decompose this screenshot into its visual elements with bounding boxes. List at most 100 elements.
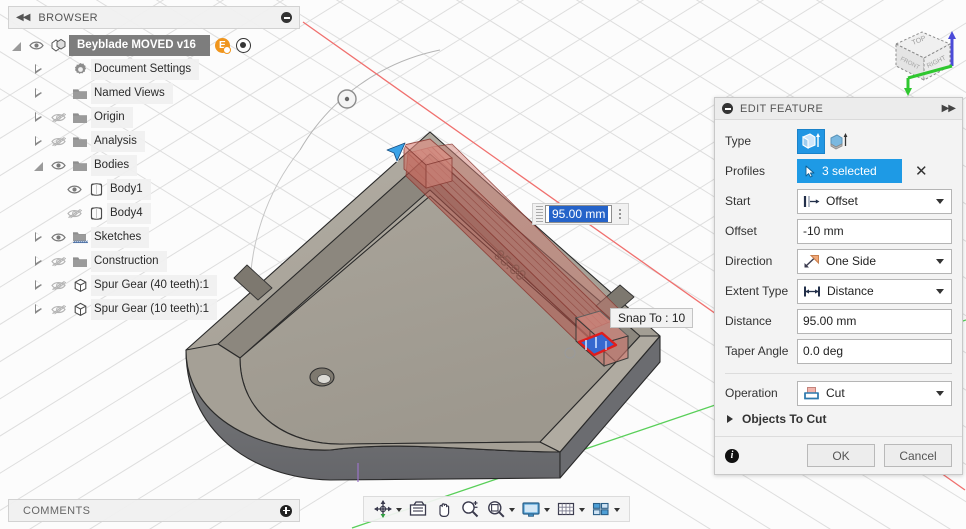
eye-hidden-icon[interactable] <box>47 129 69 153</box>
chevron-down-icon[interactable] <box>544 508 550 512</box>
dimension-drag-grip[interactable] <box>536 206 543 222</box>
tree-row-document-settings[interactable]: Document Settings <box>8 57 300 81</box>
cancel-button[interactable]: Cancel <box>884 444 952 467</box>
orbit-button[interactable] <box>370 497 405 521</box>
chevron-down-icon[interactable] <box>509 508 515 512</box>
tree-row-origin[interactable]: Origin <box>8 105 300 129</box>
look-at-button[interactable] <box>405 497 431 521</box>
ok-button[interactable]: OK <box>807 444 875 467</box>
eye-visible-icon[interactable] <box>47 225 69 249</box>
dimension-value[interactable]: 95.00 mm <box>549 206 609 222</box>
tree-item-label[interactable]: Document Settings <box>91 58 200 80</box>
expander-closed-icon[interactable] <box>30 105 47 129</box>
browser-minimize-icon[interactable] <box>281 12 292 23</box>
tree-item-label[interactable]: Spur Gear (10 teeth):1 <box>91 298 218 320</box>
zoom-button[interactable] <box>457 497 483 521</box>
vertical-dots-icon[interactable] <box>612 204 628 224</box>
edit-feature-dialog[interactable]: EDIT FEATURE ▶▶ Type Profiles 3 selected… <box>714 97 963 475</box>
grid-snaps-button[interactable] <box>553 497 588 521</box>
tree-row-spur-gear-40-teeth-1[interactable]: Spur Gear (40 teeth):1 <box>8 273 300 297</box>
eye-hidden-icon[interactable] <box>47 297 69 321</box>
expander-closed-icon[interactable] <box>30 249 47 273</box>
direction-dropdown[interactable]: One Side <box>797 248 952 274</box>
chevron-down-icon[interactable] <box>936 288 944 294</box>
tree-row-spur-gear-10-teeth-1[interactable]: Spur Gear (10 teeth):1 <box>8 297 300 321</box>
plus-circle-icon[interactable] <box>280 504 292 517</box>
info-icon[interactable]: i <box>725 448 739 463</box>
distance-icon <box>803 285 821 298</box>
tree-row-body1[interactable]: Body1 <box>8 177 300 201</box>
tree-row-sketches[interactable]: Sketches <box>8 225 300 249</box>
view-cube[interactable]: TOP FRONT RIGHT <box>886 18 962 98</box>
expander-open-icon[interactable] <box>30 153 47 177</box>
eye-visible-icon[interactable] <box>63 177 85 201</box>
folder-icon <box>69 249 91 273</box>
tree-item-label[interactable]: Named Views <box>91 82 173 104</box>
expander-closed-icon[interactable] <box>30 225 47 249</box>
chevron-down-icon[interactable] <box>396 508 402 512</box>
display-settings-button[interactable] <box>518 497 553 521</box>
double-chevron-left-icon[interactable]: ◀◀ <box>16 12 30 23</box>
clear-selection-icon[interactable]: ✕ <box>915 164 928 179</box>
double-chevron-right-icon[interactable]: ▶▶ <box>942 103 956 114</box>
tree-row-body4[interactable]: Body4 <box>8 201 300 225</box>
expander-closed-icon[interactable] <box>30 129 47 153</box>
profile-extrude-icon[interactable] <box>797 128 825 154</box>
tree-item-label[interactable]: Origin <box>91 106 133 128</box>
eye-hidden-icon[interactable] <box>63 201 85 225</box>
offset-input[interactable]: -10 mm <box>797 218 952 244</box>
row-direction: Direction One Side <box>715 246 962 276</box>
eye-hidden-icon[interactable] <box>47 249 69 273</box>
expander-closed-icon[interactable] <box>30 273 47 297</box>
tree-row-named-views[interactable]: Named Views <box>8 81 300 105</box>
sketch-folder-icon <box>69 225 91 249</box>
objects-to-cut-section[interactable]: Objects To Cut <box>715 408 962 434</box>
comments-panel[interactable]: COMMENTS <box>8 499 300 522</box>
inline-dimension-input[interactable]: 95.00 mm <box>532 203 630 225</box>
tree-row-root[interactable]: Beyblade MOVED v16 E <box>8 33 300 57</box>
tree-item-label[interactable]: Body1 <box>107 178 151 200</box>
browser-panel[interactable]: ◀◀ BROWSER Beyblade MOVED v16 E Document… <box>8 6 300 321</box>
chevron-down-icon[interactable] <box>936 198 944 204</box>
taper-angle-input[interactable]: 0.0 deg <box>797 338 952 364</box>
tree-item-label[interactable]: Body4 <box>107 202 151 224</box>
expander-closed-icon[interactable] <box>30 81 47 105</box>
body-icon <box>85 177 107 201</box>
expander-closed-icon[interactable] <box>30 57 47 81</box>
chevron-right-icon[interactable] <box>727 415 733 423</box>
tree-item-label[interactable]: Bodies <box>91 154 138 176</box>
operation-dropdown[interactable]: Cut <box>797 380 952 406</box>
eye-hidden-icon[interactable] <box>47 273 69 297</box>
tree-item-label[interactable]: Spur Gear (40 teeth):1 <box>91 274 218 296</box>
tree-item-label[interactable]: Sketches <box>91 226 150 248</box>
tree-item-label[interactable]: Construction <box>91 250 167 272</box>
extent-type-dropdown[interactable]: Distance <box>797 278 952 304</box>
start-dropdown[interactable]: Offset <box>797 188 952 214</box>
navigation-toolbar[interactable] <box>363 496 630 522</box>
eye-visible-icon[interactable] <box>25 33 47 57</box>
minimize-icon[interactable] <box>722 103 733 114</box>
chevron-down-icon[interactable] <box>579 508 585 512</box>
chevron-down-icon[interactable] <box>936 258 944 264</box>
profiles-select-button[interactable]: 3 selected <box>797 159 902 183</box>
tree-row-analysis[interactable]: Analysis <box>8 129 300 153</box>
expander-open-icon[interactable] <box>8 33 25 57</box>
activate-component-icon[interactable] <box>235 37 251 53</box>
eye-visible-icon[interactable] <box>47 153 69 177</box>
browser-tree[interactable]: Beyblade MOVED v16 E Document Settings Na… <box>8 33 300 321</box>
chevron-down-icon[interactable] <box>614 508 620 512</box>
tree-row-bodies[interactable]: Bodies <box>8 153 300 177</box>
dimension-field[interactable]: 95.00 mm <box>545 205 613 223</box>
expander-closed-icon[interactable] <box>30 297 47 321</box>
surface-extrude-icon[interactable] <box>825 129 853 154</box>
tree-item-label[interactable]: Analysis <box>91 130 145 152</box>
chevron-down-icon[interactable] <box>936 390 944 396</box>
distance-input[interactable]: 95.00 mm <box>797 308 952 334</box>
fit-button[interactable] <box>483 497 518 521</box>
row-taper-angle: Taper Angle 0.0 deg <box>715 336 962 366</box>
tree-row-construction[interactable]: Construction <box>8 249 300 273</box>
eye-hidden-icon[interactable] <box>47 105 69 129</box>
pan-button[interactable] <box>431 497 457 521</box>
viewports-button[interactable] <box>588 497 623 521</box>
root-component-label[interactable]: Beyblade MOVED v16 <box>69 34 210 56</box>
